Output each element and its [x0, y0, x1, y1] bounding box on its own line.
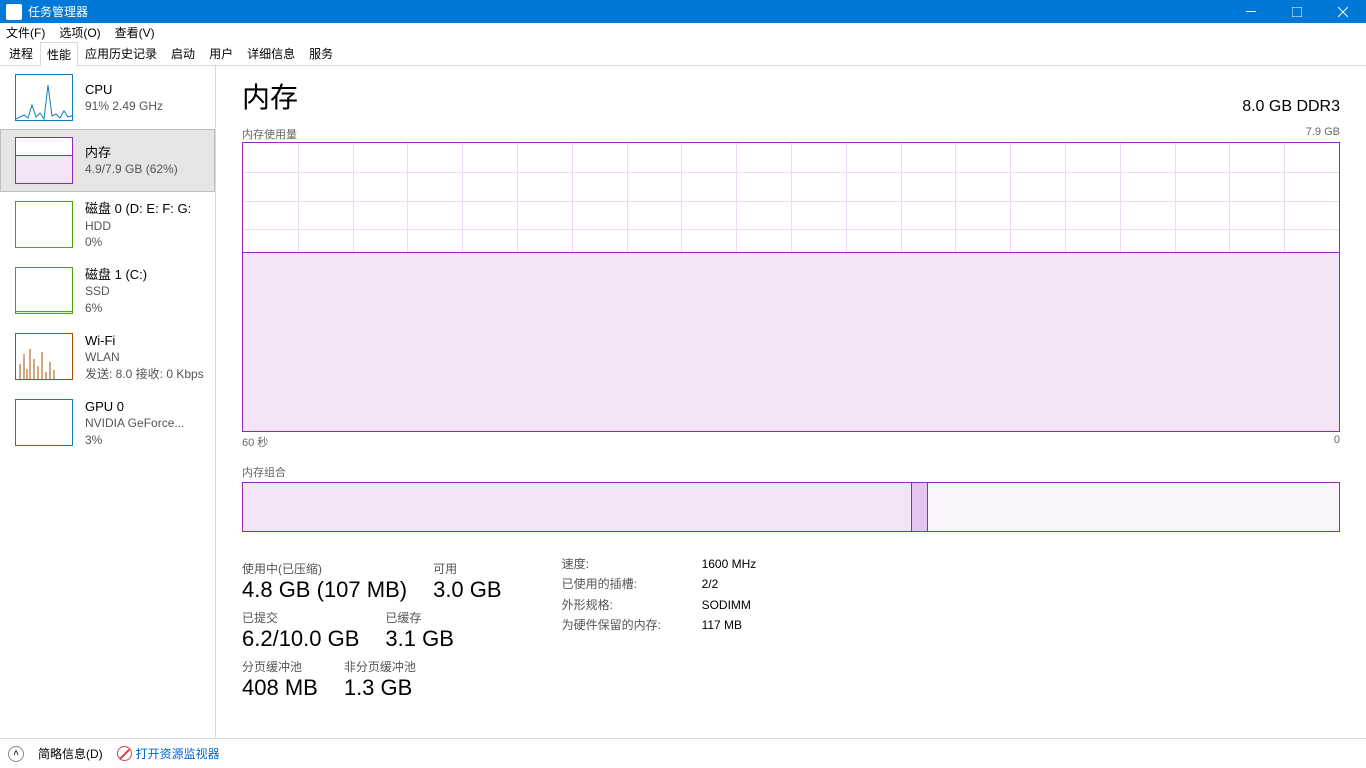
sidebar-item-disk0[interactable]: 磁盘 0 (D: E: F: G: HDD 0%: [0, 192, 215, 258]
kv-slots-k: 已使用的插槽:: [562, 574, 672, 594]
memory-composition-bar[interactable]: [242, 482, 1340, 532]
wifi-thumb-icon: [15, 333, 73, 380]
tab-details[interactable]: 详细信息: [240, 41, 302, 65]
cpu-thumb-icon: [15, 74, 73, 121]
stat-committed-value: 6.2/10.0 GB: [242, 626, 359, 652]
sidebar-gpu-sub2: 3%: [85, 432, 184, 448]
composition-label: 内存组合: [242, 464, 1340, 480]
sidebar-cpu-sub: 91% 2.49 GHz: [85, 98, 163, 114]
close-button[interactable]: [1320, 0, 1366, 23]
main-panel: 内存 8.0 GB DDR3 内存使用量 7.9 GB 60 秒 0 内存组合: [216, 66, 1366, 738]
stat-inuse-value: 4.8 GB (107 MB): [242, 577, 407, 603]
menu-file[interactable]: 文件(F): [6, 24, 45, 41]
kv-slots-v: 2/2: [702, 574, 719, 594]
sidebar-item-gpu[interactable]: GPU 0 NVIDIA GeForce... 3%: [0, 390, 215, 456]
stat-avail-label: 可用: [433, 560, 501, 577]
footer: ˄ 简略信息(D) 打开资源监视器: [0, 738, 1366, 768]
xaxis-left: 60 秒: [242, 434, 268, 450]
kv-speed-v: 1600 MHz: [702, 554, 757, 574]
sidebar-disk0-sub2: 0%: [85, 234, 191, 250]
menu-view[interactable]: 查看(V): [115, 24, 155, 41]
memory-thumb-icon: [15, 137, 73, 184]
sidebar-wifi-title: Wi-Fi: [85, 332, 204, 350]
tab-users[interactable]: 用户: [202, 41, 240, 65]
fewer-details-link[interactable]: 简略信息(D): [38, 745, 103, 762]
stat-committed-label: 已提交: [242, 609, 359, 626]
kv-reserved-k: 为硬件保留的内存:: [562, 615, 672, 635]
kv-speed-k: 速度:: [562, 554, 672, 574]
tab-processes[interactable]: 进程: [2, 41, 40, 65]
stat-avail-value: 3.0 GB: [433, 577, 501, 603]
installed-memory: 8.0 GB DDR3: [1242, 98, 1340, 116]
sidebar-wifi-sub1: WLAN: [85, 349, 204, 365]
kv-reserved-v: 117 MB: [702, 615, 742, 635]
xaxis-right: 0: [1334, 434, 1340, 450]
maximize-button[interactable]: [1274, 0, 1320, 23]
sidebar-disk1-sub2: 6%: [85, 300, 147, 316]
titlebar: 任务管理器: [0, 0, 1366, 23]
usage-chart-label: 内存使用量: [242, 126, 297, 142]
sidebar: CPU 91% 2.49 GHz 内存 4.9/7.9 GB (62%) 磁盘 …: [0, 66, 216, 738]
resource-monitor-link[interactable]: 打开资源监视器: [117, 745, 220, 762]
sidebar-disk0-title: 磁盘 0 (D: E: F: G:: [85, 200, 191, 218]
sidebar-wifi-sub2: 发送: 8.0 接收: 0 Kbps: [85, 366, 204, 382]
sidebar-mem-title: 内存: [85, 144, 178, 162]
tab-app-history[interactable]: 应用历史记录: [78, 41, 164, 65]
page-title: 内存: [242, 76, 298, 116]
sidebar-disk1-title: 磁盘 1 (C:): [85, 266, 147, 284]
tab-startup[interactable]: 启动: [164, 41, 202, 65]
stat-cached-value: 3.1 GB: [385, 626, 453, 652]
stat-nonpaged-label: 非分页缓冲池: [344, 658, 416, 675]
sidebar-cpu-title: CPU: [85, 81, 163, 99]
disk-thumb-icon: [15, 201, 73, 248]
sidebar-disk1-sub1: SSD: [85, 283, 147, 299]
resource-monitor-icon: [117, 746, 132, 761]
chevron-up-icon[interactable]: ˄: [8, 746, 24, 762]
stat-paged-label: 分页缓冲池: [242, 658, 318, 675]
sidebar-gpu-title: GPU 0: [85, 398, 184, 416]
sidebar-item-wifi[interactable]: Wi-Fi WLAN 发送: 8.0 接收: 0 Kbps: [0, 324, 215, 390]
sidebar-gpu-sub1: NVIDIA GeForce...: [85, 415, 184, 431]
window-title: 任务管理器: [28, 3, 1228, 20]
menu-options[interactable]: 选项(O): [59, 24, 100, 41]
memory-usage-chart[interactable]: [242, 142, 1340, 432]
sidebar-item-disk1[interactable]: 磁盘 1 (C:) SSD 6%: [0, 258, 215, 324]
stat-paged-value: 408 MB: [242, 675, 318, 701]
kv-form-k: 外形规格:: [562, 595, 672, 615]
usage-chart-max: 7.9 GB: [1306, 126, 1340, 142]
stat-inuse-label: 使用中(已压缩): [242, 560, 407, 577]
stat-nonpaged-value: 1.3 GB: [344, 675, 416, 701]
disk-thumb-icon: [15, 267, 73, 314]
tab-strip: 进程 性能 应用历史记录 启动 用户 详细信息 服务: [0, 43, 1366, 66]
tab-services[interactable]: 服务: [302, 41, 340, 65]
gpu-thumb-icon: [15, 399, 73, 446]
sidebar-item-memory[interactable]: 内存 4.9/7.9 GB (62%): [0, 129, 215, 192]
sidebar-item-cpu[interactable]: CPU 91% 2.49 GHz: [0, 66, 215, 129]
sidebar-disk0-sub1: HDD: [85, 218, 191, 234]
stat-cached-label: 已缓存: [385, 609, 453, 626]
app-icon: [6, 4, 22, 20]
minimize-button[interactable]: [1228, 0, 1274, 23]
kv-form-v: SODIMM: [702, 595, 751, 615]
sidebar-mem-sub: 4.9/7.9 GB (62%): [85, 161, 178, 177]
menubar: 文件(F) 选项(O) 查看(V): [0, 23, 1366, 43]
tab-performance[interactable]: 性能: [40, 42, 78, 66]
